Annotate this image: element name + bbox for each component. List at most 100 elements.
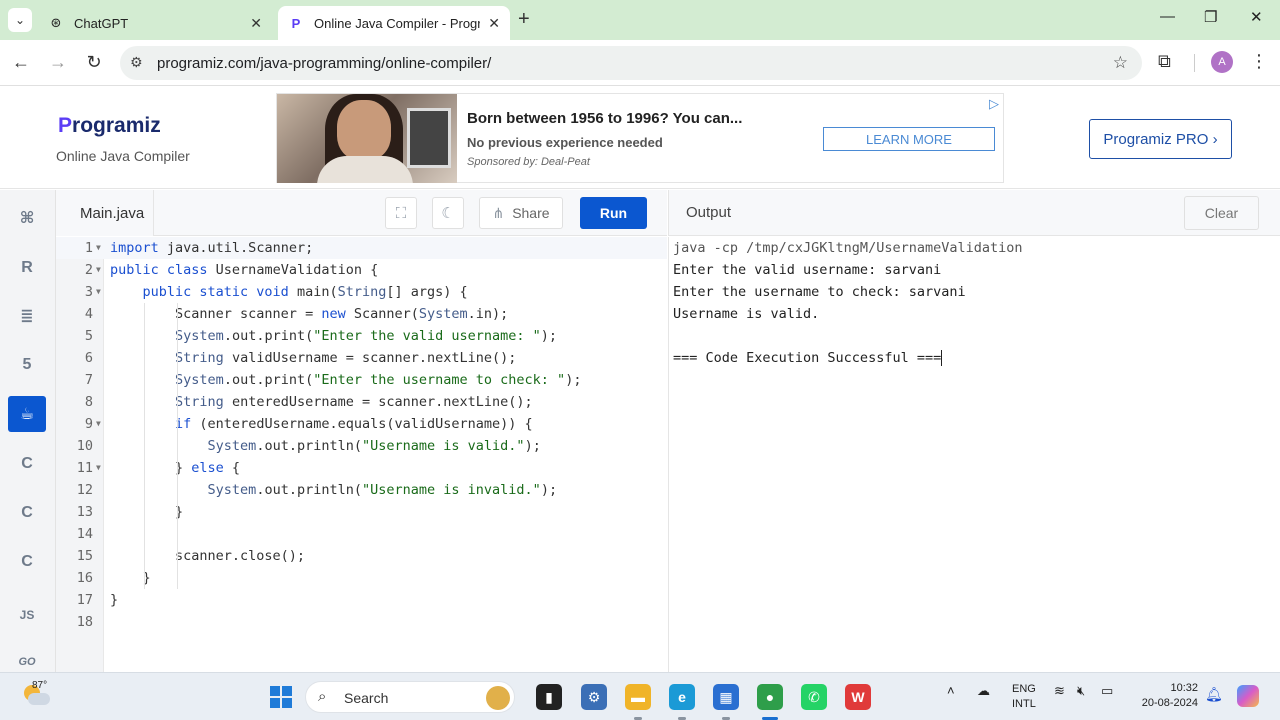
onedrive-icon[interactable]: ☁ — [977, 683, 990, 699]
code-line[interactable]: 1 ▼ import java.util.Scanner; — [56, 237, 667, 259]
tab-chatgpt[interactable]: ⊛ ChatGPT ✕ — [38, 6, 272, 40]
code-line[interactable]: 9 ▼ if (enteredUsername.equals(validUsern… — [56, 413, 667, 435]
programiz-pro-button[interactable]: Programiz PRO › — [1089, 119, 1232, 159]
fold-arrow-icon[interactable]: ▼ — [96, 259, 101, 281]
code-line[interactable]: 6 String validUsername = scanner.nextLin… — [56, 347, 667, 369]
fold-arrow-icon[interactable]: ▼ — [96, 237, 101, 259]
ad-image[interactable] — [277, 94, 457, 183]
site-info-icon[interactable]: ⚙ — [130, 54, 143, 71]
minimize-icon[interactable]: — — [1160, 8, 1175, 25]
clear-button[interactable]: Clear — [1184, 196, 1259, 230]
chrome-icon[interactable]: ● — [757, 684, 783, 710]
url-text[interactable]: programiz.com/java-programming/online-co… — [157, 55, 491, 72]
database-icon[interactable]: ≣ — [8, 298, 46, 334]
reload-icon[interactable]: ↻ — [83, 52, 105, 73]
code-line[interactable]: 8 String enteredUsername = scanner.nextL… — [56, 391, 667, 413]
code-line[interactable]: 10 System.out.println("Username is valid… — [56, 435, 667, 457]
tab-online-java-compiler[interactable]: P Online Java Compiler - Progran ✕ — [278, 6, 510, 40]
back-icon[interactable]: ← — [10, 52, 32, 73]
bookmark-star-icon[interactable]: ☆ — [1113, 53, 1128, 73]
whatsapp-icon[interactable]: ✆ — [801, 684, 827, 710]
extensions-icon[interactable]: ⧉ — [1158, 51, 1171, 72]
editor-toolbar: Main.java ⛶ ☾ ⋔ Share Run — [56, 190, 667, 236]
copilot-icon[interactable] — [1237, 685, 1259, 707]
battery-icon[interactable]: ▭ — [1101, 683, 1113, 699]
code-line[interactable]: 13 } — [56, 501, 667, 523]
line-number: 18 — [76, 614, 93, 630]
new-tab-icon[interactable]: + — [518, 8, 530, 31]
ad-banner[interactable]: Born between 1956 to 1996? You can... No… — [276, 93, 1004, 183]
file-viewer-icon[interactable]: ▮ — [536, 684, 562, 710]
close-tab-icon[interactable]: ✕ — [250, 15, 262, 32]
settings-icon[interactable]: ⚙ — [581, 684, 607, 710]
code-line[interactable]: 12 System.out.println("Username is inval… — [56, 479, 667, 501]
input-language[interactable]: ENG INTL — [1012, 682, 1036, 712]
tab-search-chevron-icon[interactable]: ⌄ — [8, 8, 32, 32]
forward-icon[interactable]: → — [47, 52, 69, 73]
restore-icon[interactable]: ❐ — [1204, 8, 1217, 26]
file-explorer-icon[interactable]: ▬ — [625, 684, 651, 710]
fold-arrow-icon[interactable]: ▼ — [96, 413, 101, 435]
system-clock[interactable]: 10:32 20-08-2024 — [1130, 681, 1198, 711]
programiz-logo[interactable]: Programiz — [58, 114, 161, 138]
code-line[interactable]: 7 System.out.print("Enter the username t… — [56, 369, 667, 391]
file-tab-main-java[interactable]: Main.java — [56, 190, 154, 236]
csharp-icon[interactable]: C — [8, 495, 46, 531]
logo-rest: rogramiz — [72, 114, 161, 137]
code-line[interactable]: 14 — [56, 523, 667, 545]
code-line[interactable]: 18 — [56, 611, 667, 633]
notification-bell-icon[interactable]: 🔔︎ — [1205, 686, 1223, 703]
ad-title[interactable]: Born between 1956 to 1996? You can... — [467, 110, 742, 127]
r-icon[interactable]: R — [8, 250, 46, 286]
code-line[interactable]: 17} — [56, 589, 667, 611]
line-number: 15 — [76, 548, 93, 564]
share-icon: ⋔ — [492, 204, 505, 221]
code-line[interactable]: 4 Scanner scanner = new Scanner(System.i… — [56, 303, 667, 325]
search-icon: ⌕ — [318, 688, 327, 705]
code-text: String validUsername = scanner.nextLine(… — [175, 350, 517, 366]
line-number: 11 — [76, 460, 93, 476]
output-header: Output Clear — [668, 190, 1280, 236]
python-icon[interactable]: ⌘ — [8, 200, 46, 236]
store-icon[interactable]: ▦ — [713, 684, 739, 710]
code-line[interactable]: 11 ▼ } else { — [56, 457, 667, 479]
logo-initial: P — [58, 114, 73, 137]
ad-choices-icon[interactable]: ▷ — [989, 96, 999, 112]
share-button[interactable]: ⋔ Share — [479, 197, 563, 229]
html5-icon[interactable]: 5 — [8, 347, 46, 383]
windows-start-icon[interactable] — [270, 686, 292, 708]
address-bar[interactable]: ⚙ programiz.com/java-programming/online-… — [120, 46, 1142, 80]
run-button[interactable]: Run — [580, 197, 647, 229]
dark-mode-icon[interactable]: ☾ — [432, 197, 464, 229]
profile-avatar[interactable]: A — [1211, 51, 1233, 73]
volume-muted-icon[interactable]: 🔇︎ — [1077, 683, 1085, 699]
code-line[interactable]: 5 System.out.print("Enter the valid user… — [56, 325, 667, 347]
output-panel[interactable]: java -cp /tmp/cxJGKltngM/UsernameValidat… — [668, 237, 1280, 672]
ad-learn-more-button[interactable]: LEARN MORE — [823, 127, 995, 151]
fold-arrow-icon[interactable]: ▼ — [96, 281, 101, 303]
close-window-icon[interactable]: ✕ — [1250, 8, 1263, 26]
js-icon[interactable]: JS — [8, 597, 46, 633]
code-editor[interactable]: 1 ▼ import java.util.Scanner; 2 ▼ public clas… — [56, 237, 667, 672]
close-tab-icon[interactable]: ✕ — [488, 15, 500, 32]
wps-icon[interactable]: W — [845, 684, 871, 710]
show-hidden-icons-icon[interactable]: ˄ — [947, 683, 955, 698]
code-line[interactable]: 15 scanner.close(); — [56, 545, 667, 567]
code-line[interactable]: 16 } — [56, 567, 667, 589]
taskbar-search[interactable]: ⌕ Search — [305, 681, 515, 713]
c-icon[interactable]: C — [8, 446, 46, 482]
edge-icon[interactable]: e — [669, 684, 695, 710]
wifi-icon[interactable]: ≋ — [1054, 683, 1065, 699]
code-line[interactable]: 2 ▼ public class UsernameValidation { — [56, 259, 667, 281]
line-number: 17 — [76, 592, 93, 608]
code-text: public static void main(String[] args) { — [142, 284, 468, 300]
fold-arrow-icon[interactable]: ▼ — [96, 457, 101, 479]
line-number: 10 — [76, 438, 93, 454]
fullscreen-icon[interactable]: ⛶ — [385, 197, 417, 229]
java-icon[interactable]: ☕ — [8, 396, 46, 432]
cpp-icon[interactable]: C — [8, 544, 46, 580]
tab-title: ChatGPT — [74, 15, 129, 31]
code-line[interactable]: 3 ▼ public static void main(String[] args… — [56, 281, 667, 303]
browser-menu-icon[interactable]: ⋮ — [1250, 51, 1268, 72]
browser-tabstrip: ⌄ ⊛ ChatGPT ✕ P Online Java Compiler - P… — [0, 0, 1280, 40]
